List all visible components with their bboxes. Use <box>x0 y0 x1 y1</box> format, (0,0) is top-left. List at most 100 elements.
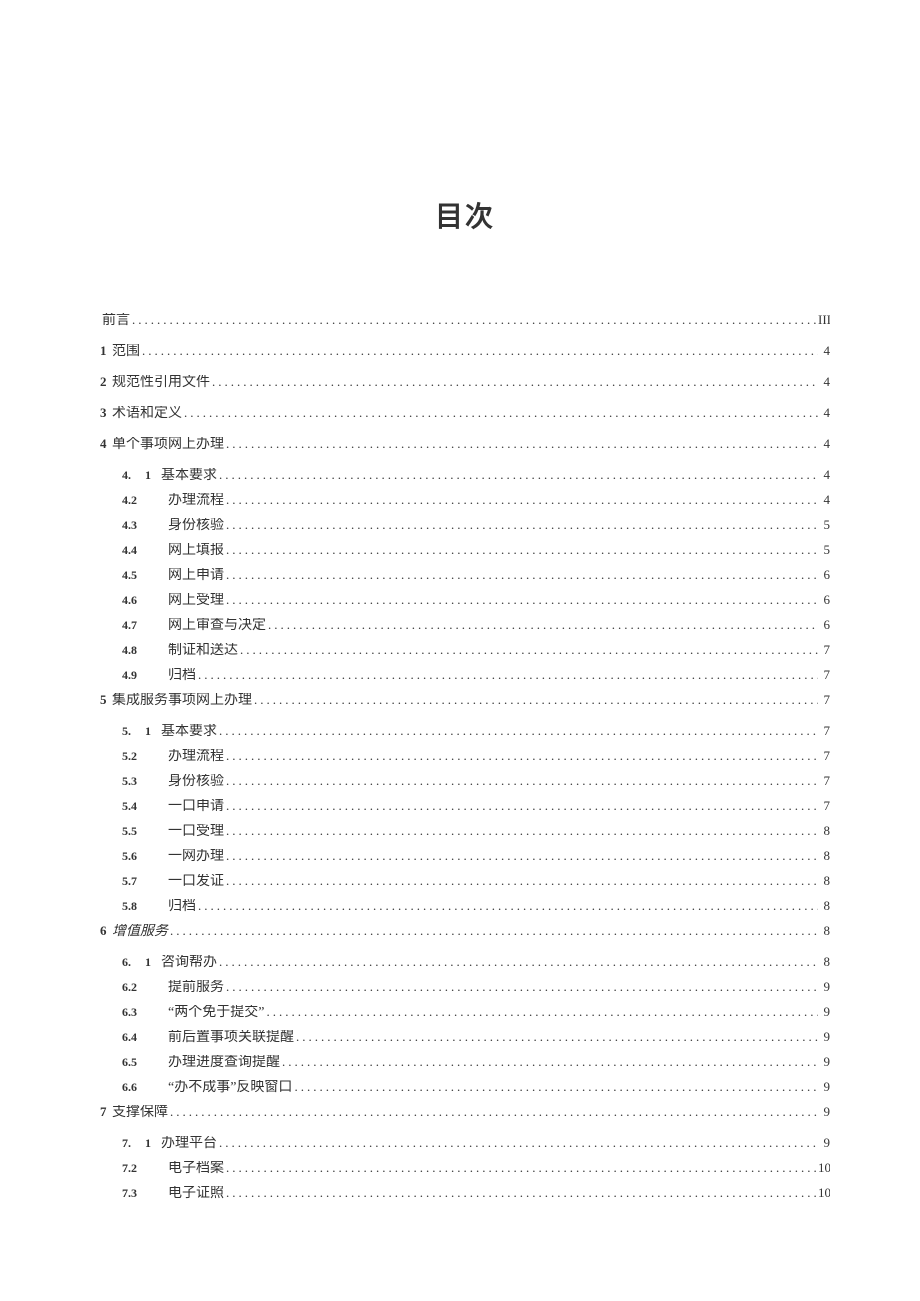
toc-entry-page: 5 <box>818 543 830 556</box>
toc-entry-subsection: 6.5办理进度查询提醒9 <box>100 1055 830 1070</box>
toc-leader-dots <box>224 774 818 787</box>
toc-entry-page: 4 <box>818 375 830 388</box>
toc-leader-dots <box>264 1005 818 1018</box>
toc-entry-subsection: 5.6一网办理 8 <box>100 849 830 864</box>
toc-entry-subsection: 4.8制证和送达7 <box>100 643 830 658</box>
toc-entry-number: 7.2 <box>122 1162 168 1174</box>
toc-leader-dots <box>280 1055 818 1068</box>
page-title: 目次 <box>100 195 830 235</box>
toc-leader-dots <box>252 693 818 706</box>
toc-entry-subsection: 5.7一口发证 8 <box>100 874 830 889</box>
toc-entry-title: 前言 <box>102 314 130 328</box>
toc-entry-title: 一口申请 <box>168 800 224 814</box>
toc-leader-dots <box>217 468 818 481</box>
toc-entry-title: 一口发证 <box>168 875 224 889</box>
toc-entry-number: 4.7 <box>122 619 168 631</box>
toc-entry-title: 咨询帮办 <box>161 956 217 970</box>
toc-entry-number: 6.5 <box>122 1056 168 1068</box>
toc-entry-page: 9 <box>818 1136 830 1149</box>
toc-entry-title: 身份核验 <box>168 775 224 789</box>
toc-entry-title: 网上审查与决定 <box>168 619 266 633</box>
toc-leader-dots <box>182 406 818 419</box>
toc-leader-dots <box>196 668 818 681</box>
toc-entry-page: 5 <box>818 518 830 531</box>
toc-entry-title: 前后置事项关联提醒 <box>168 1031 294 1045</box>
toc-entry-number: 7.3 <box>122 1187 168 1199</box>
toc-entry-number: 4.3 <box>122 519 168 531</box>
toc-entry-number: 5.6 <box>122 850 168 862</box>
toc-leader-dots <box>224 568 818 581</box>
toc-entry-subsection: 4.5网上申请6 <box>100 568 830 583</box>
toc-entry-subsection: 5.1基本要求7 <box>100 724 830 739</box>
toc-entry-page: 8 <box>818 874 830 887</box>
toc-entry-page: 6 <box>818 618 830 631</box>
toc-entry-page: 8 <box>818 849 830 862</box>
toc-entry-subsection: 6.4前后置事项关联提醒9 <box>100 1030 830 1045</box>
toc-leader-dots <box>224 849 818 862</box>
toc-entry-number: 4.6 <box>122 594 168 606</box>
toc-entry-number: 4 <box>100 437 110 450</box>
toc-entry-subsection: 7.2电子档案 10 <box>100 1161 830 1176</box>
toc-entry-page: 6 <box>818 568 830 581</box>
toc-entry-section: 3术语和定义4 <box>100 406 830 421</box>
toc-entry-subsection: 4.2办理流程4 <box>100 493 830 508</box>
toc-entry-page: 9 <box>818 1030 830 1043</box>
toc-entry-number: 7 <box>100 1105 110 1118</box>
toc-entry-subsection: 5.5一口受理8 <box>100 824 830 839</box>
toc-entry-subnumber: 1 <box>145 956 151 968</box>
toc-entry-section: 前言III <box>100 313 830 328</box>
toc-entry-subsection: 6.1咨询帮办8 <box>100 955 830 970</box>
toc-leader-dots <box>217 955 818 968</box>
toc-entry-title: 一网办理 <box>168 850 224 864</box>
toc-entry-title: 集成服务事项网上办理 <box>112 694 252 708</box>
toc-leader-dots <box>130 313 818 326</box>
toc-entry-number: 5.4 <box>122 800 168 812</box>
toc-entry-section: 6增值服务8 <box>100 924 830 939</box>
toc-entry-title: 网上受理 <box>168 594 224 608</box>
toc-leader-dots <box>238 643 818 656</box>
toc-leader-dots <box>168 924 818 937</box>
toc-entry-subsection: 4.3身份核验5 <box>100 518 830 533</box>
toc-entry-title: 支撑保障 <box>112 1106 168 1120</box>
toc-entry-page: 9 <box>818 980 830 993</box>
toc-entry-title: 办理流程 <box>168 750 224 764</box>
toc-entry-title: 办理流程 <box>168 494 224 508</box>
toc-entry-title: 制证和送达 <box>168 644 238 658</box>
toc-entry-number: 2 <box>100 375 110 388</box>
toc-entry-subnumber: 1 <box>145 469 151 481</box>
toc-entry-page: 7 <box>818 693 830 706</box>
toc-entry-number: 6 <box>100 924 110 937</box>
toc-entry-title: 网上申请 <box>168 569 224 583</box>
toc-entry-number: 5.5 <box>122 825 168 837</box>
toc-leader-dots <box>224 493 818 506</box>
toc-entry-section: 5集成服务事项网上办理 7 <box>100 693 830 708</box>
toc-entry-title: 归档 <box>168 900 196 914</box>
toc-entry-page: 7 <box>818 724 830 737</box>
toc-entry-number: 4.2 <box>122 494 168 506</box>
toc-entry-number: 5 <box>100 693 110 706</box>
toc-entry-title: 电子档案 <box>168 1162 224 1176</box>
toc-entry-number: 5. <box>122 725 131 737</box>
toc-leader-dots <box>224 980 818 993</box>
toc-entry-subsection: 6.3“两个免于提交”9 <box>100 1005 830 1020</box>
toc-leader-dots <box>210 375 818 388</box>
toc-entry-section: 7支撑保障 9 <box>100 1105 830 1120</box>
toc-entry-page: 8 <box>818 955 830 968</box>
toc-entry-page: 9 <box>818 1105 830 1118</box>
toc-entry-number: 5.7 <box>122 875 168 887</box>
toc-entry-number: 5.8 <box>122 900 168 912</box>
toc-entry-page: 7 <box>818 774 830 787</box>
toc-entry-title: 办理进度查询提醒 <box>168 1056 280 1070</box>
toc-leader-dots <box>224 1186 818 1199</box>
toc-entry-number: 6.3 <box>122 1006 168 1018</box>
toc-leader-dots <box>217 1136 818 1149</box>
toc-entry-page: 4 <box>818 468 830 481</box>
toc-entry-subsection: 5.8归档8 <box>100 899 830 914</box>
toc-leader-dots <box>224 437 818 450</box>
toc-entry-subsection: 4.9归档7 <box>100 668 830 683</box>
toc-entry-number: 4. <box>122 469 131 481</box>
toc-entry-page: 10 <box>818 1161 830 1174</box>
toc-entry-subsection: 6.2提前服务9 <box>100 980 830 995</box>
toc-leader-dots <box>292 1080 818 1093</box>
toc-entry-page: 7 <box>818 799 830 812</box>
